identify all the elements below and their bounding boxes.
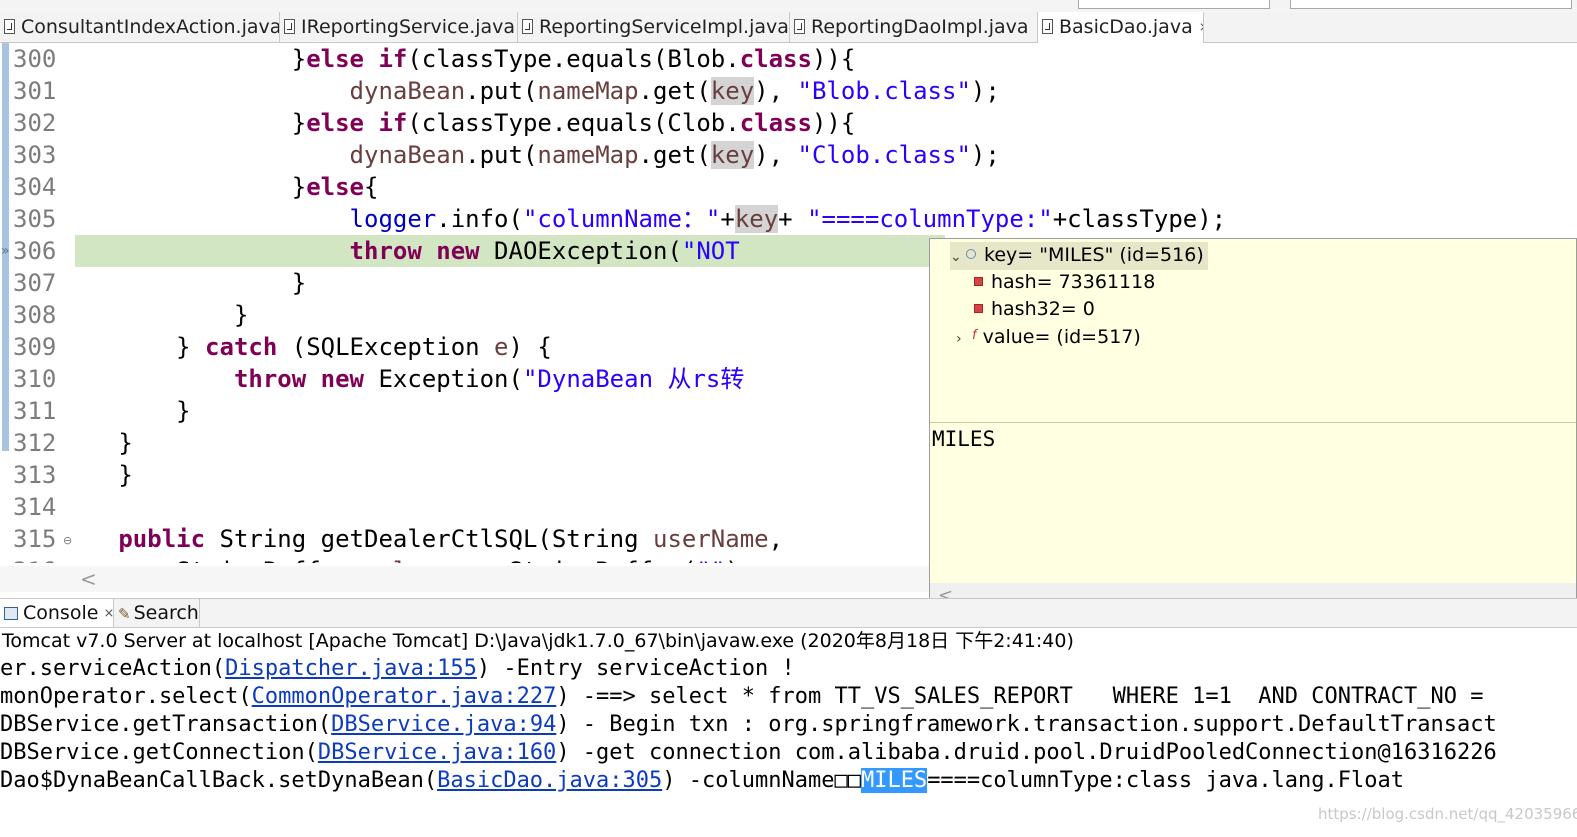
- line-number: 311: [13, 397, 57, 425]
- code-line: 305 logger.info("columnName："+key+ "====…: [0, 203, 1577, 235]
- line-number: 300: [13, 45, 57, 73]
- console-icon: [4, 607, 18, 620]
- close-icon[interactable]: ⨯: [103, 606, 114, 621]
- toolbar-segment: [1290, 0, 1572, 9]
- code-text: }: [75, 429, 133, 457]
- variable-tree-item[interactable]: hash32= 0: [974, 296, 1095, 322]
- code-text: public String getDealerCtlSQL(String use…: [118, 525, 784, 553]
- line-number: 314: [13, 493, 57, 521]
- java-file-icon: [522, 19, 533, 34]
- variable-detail-pane[interactable]: MILES: [932, 427, 995, 451]
- java-file-icon: [284, 19, 295, 34]
- toolbar-segment: [1078, 0, 1270, 9]
- code-text: }else if(classType.equals(Blob.class)){: [75, 45, 856, 73]
- console-description: Tomcat v7.0 Server at localhost [Apache …: [2, 630, 1074, 652]
- line-number: 307: [13, 269, 57, 297]
- console-line: DBService.getTransaction(DBService.java:…: [0, 712, 1497, 737]
- code-line: 304 }else{: [0, 171, 1577, 203]
- line-number: 312: [13, 429, 57, 457]
- code-text: }: [75, 461, 133, 489]
- fold-toggle-icon[interactable]: ⊖: [63, 534, 72, 547]
- line-number: 313: [13, 461, 57, 489]
- editor-tab-bar: ConsultantIndexAction.java IReportingSer…: [0, 12, 1577, 43]
- code-text: logger.info("columnName："+key+ "====colu…: [349, 205, 1227, 233]
- selected-text[interactable]: MILES: [860, 768, 928, 793]
- chevron-right-icon[interactable]: ›: [956, 326, 972, 352]
- stack-trace-link[interactable]: DBService.java:94: [331, 712, 556, 737]
- code-text: dynaBean.put(nameMap.get(key), "Clob.cla…: [349, 141, 1000, 169]
- tab-ireporting-service[interactable]: IReportingService.java: [280, 12, 518, 42]
- line-number: 305: [13, 205, 57, 233]
- code-text: }: [75, 269, 307, 297]
- close-icon[interactable]: ⨯: [1199, 20, 1203, 35]
- console-line: DBService.getConnection(DBService.java:1…: [0, 740, 1497, 765]
- tab-console[interactable]: Console ⨯: [0, 599, 114, 627]
- line-number: 304: [13, 173, 57, 201]
- watermark: https://blog.csdn.net/qq_42035966: [1318, 805, 1577, 823]
- private-field-icon: [974, 304, 983, 313]
- line-number: 306: [13, 237, 57, 265]
- code-line: 303 dynaBean.put(nameMap.get(key), "Clob…: [0, 139, 1577, 171]
- code-text: StringBuffer sql = new StringBuffer("");: [75, 555, 754, 563]
- stack-trace-link[interactable]: Dispatcher.java:155: [225, 656, 477, 681]
- code-text: }: [75, 301, 249, 329]
- editor-horizontal-scrollbar[interactable]: <: [0, 566, 930, 592]
- console-tab-bar: Console ⨯ ✎ Search: [0, 598, 1577, 628]
- code-text: }else{: [75, 173, 379, 201]
- debug-variable-hover[interactable]: ⌄ key= "MILES" (id=516) hash= 73361118 ha…: [929, 238, 1577, 610]
- code-text: }else if(classType.equals(Clob.class)){: [75, 109, 856, 137]
- object-icon: [966, 249, 976, 259]
- code-text: }: [75, 397, 191, 425]
- line-number: 309: [13, 333, 57, 361]
- console-line: er.serviceAction(Dispatcher.java:155) -E…: [0, 656, 795, 681]
- tab-reporting-dao-impl[interactable]: ReportingDaoImpl.java: [790, 12, 1038, 42]
- tab-basic-dao[interactable]: BasicDao.java⨯: [1038, 12, 1204, 43]
- chevron-down-icon[interactable]: ⌄: [950, 244, 966, 270]
- code-line: 300 }else if(classType.equals(Blob.class…: [0, 43, 1577, 75]
- window-top-strip: [0, 0, 1577, 12]
- line-number: 315: [13, 525, 57, 553]
- code-line: 301 dynaBean.put(nameMap.get(key), "Blob…: [0, 75, 1577, 107]
- line-number: 310: [13, 365, 57, 393]
- final-field-icon: f: [972, 328, 977, 343]
- private-field-icon: [974, 277, 983, 286]
- search-icon: ✎: [118, 605, 131, 623]
- console-line: monOperator.select(CommonOperator.java:2…: [0, 684, 1484, 709]
- variable-tree-item[interactable]: hash= 73361118: [974, 269, 1155, 295]
- line-number: 316: [13, 555, 56, 563]
- debug-pointer-icon: »: [1, 243, 10, 259]
- code-text: } catch (SQLException e) {: [75, 333, 552, 361]
- stack-trace-link[interactable]: CommonOperator.java:227: [252, 684, 557, 709]
- hover-divider: [930, 422, 1576, 423]
- stack-trace-link[interactable]: DBService.java:160: [318, 740, 556, 765]
- variable-tree-root[interactable]: ⌄ key= "MILES" (id=516): [950, 242, 1208, 270]
- tab-reporting-service-impl[interactable]: ReportingServiceImpl.java: [518, 12, 790, 42]
- java-file-icon: [794, 19, 805, 34]
- console-line: Dao$DynaBeanCallBack.setDynaBean(BasicDa…: [0, 768, 1405, 793]
- java-file-icon: [4, 19, 15, 34]
- variable-tree-item[interactable]: › f value= (id=517): [956, 323, 1141, 352]
- line-number: 302: [13, 109, 57, 137]
- code-text: throw new Exception("DynaBean 从rs转: [233, 365, 745, 393]
- java-file-icon: [1042, 19, 1053, 34]
- tab-consultant-index-action[interactable]: ConsultantIndexAction.java: [0, 12, 280, 42]
- code-line: 302 }else if(classType.equals(Clob.class…: [0, 107, 1577, 139]
- scroll-left-icon[interactable]: <: [80, 566, 97, 592]
- line-number: 308: [13, 301, 57, 329]
- tab-search[interactable]: ✎ Search: [114, 599, 200, 627]
- code-text: dynaBean.put(nameMap.get(key), "Blob.cla…: [349, 77, 1000, 105]
- line-number: 303: [13, 141, 57, 169]
- code-text: throw new DAOException("NOT: [349, 237, 740, 265]
- line-number: 301: [13, 77, 57, 105]
- stack-trace-link[interactable]: BasicDao.java:305: [437, 768, 662, 793]
